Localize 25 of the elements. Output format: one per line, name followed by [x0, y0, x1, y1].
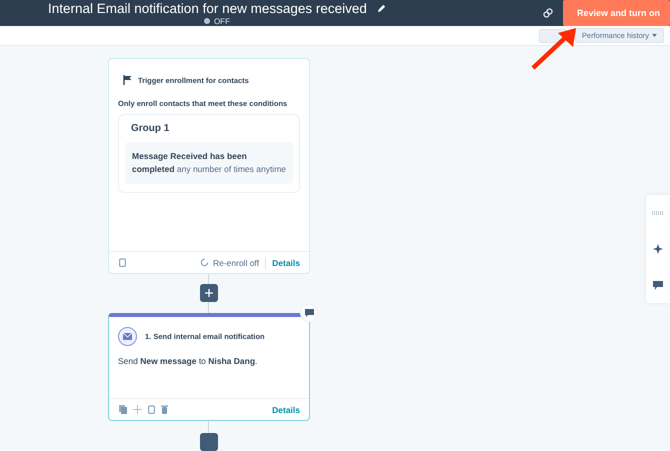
flag-icon: [123, 75, 132, 85]
clipboard-icon[interactable]: [119, 258, 126, 267]
plus-icon: [205, 289, 213, 297]
trash-icon[interactable]: [161, 405, 168, 414]
review-and-turn-on-button[interactable]: Review and turn on: [562, 0, 670, 26]
refresh-icon: [200, 258, 209, 267]
workflow-title: Internal Email notification for new messages received: [48, 0, 367, 16]
caret-icon: [652, 34, 657, 37]
comment-button[interactable]: [300, 304, 318, 322]
status-label: OFF: [204, 16, 230, 26]
action-description: Send New message to Nisha Dang.: [117, 355, 258, 366]
copy-icon[interactable]: [119, 405, 127, 414]
details-link[interactable]: Details: [272, 404, 300, 414]
email-icon: [118, 327, 137, 346]
annotation-arrow: [530, 27, 578, 71]
edit-icon[interactable]: [376, 4, 386, 12]
link-icon[interactable]: [542, 8, 553, 18]
group-title: Group 1: [130, 123, 170, 134]
add-action-button[interactable]: [200, 284, 218, 302]
condition-text: Message Received has been completed any number of times anytime: [125, 142, 293, 184]
reenroll-status[interactable]: Re-enroll off: [200, 258, 260, 268]
clipboard-icon[interactable]: [148, 405, 155, 414]
add-action-button[interactable]: [200, 433, 218, 451]
details-link[interactable]: Details: [272, 258, 300, 268]
comment-icon: [304, 309, 314, 317]
